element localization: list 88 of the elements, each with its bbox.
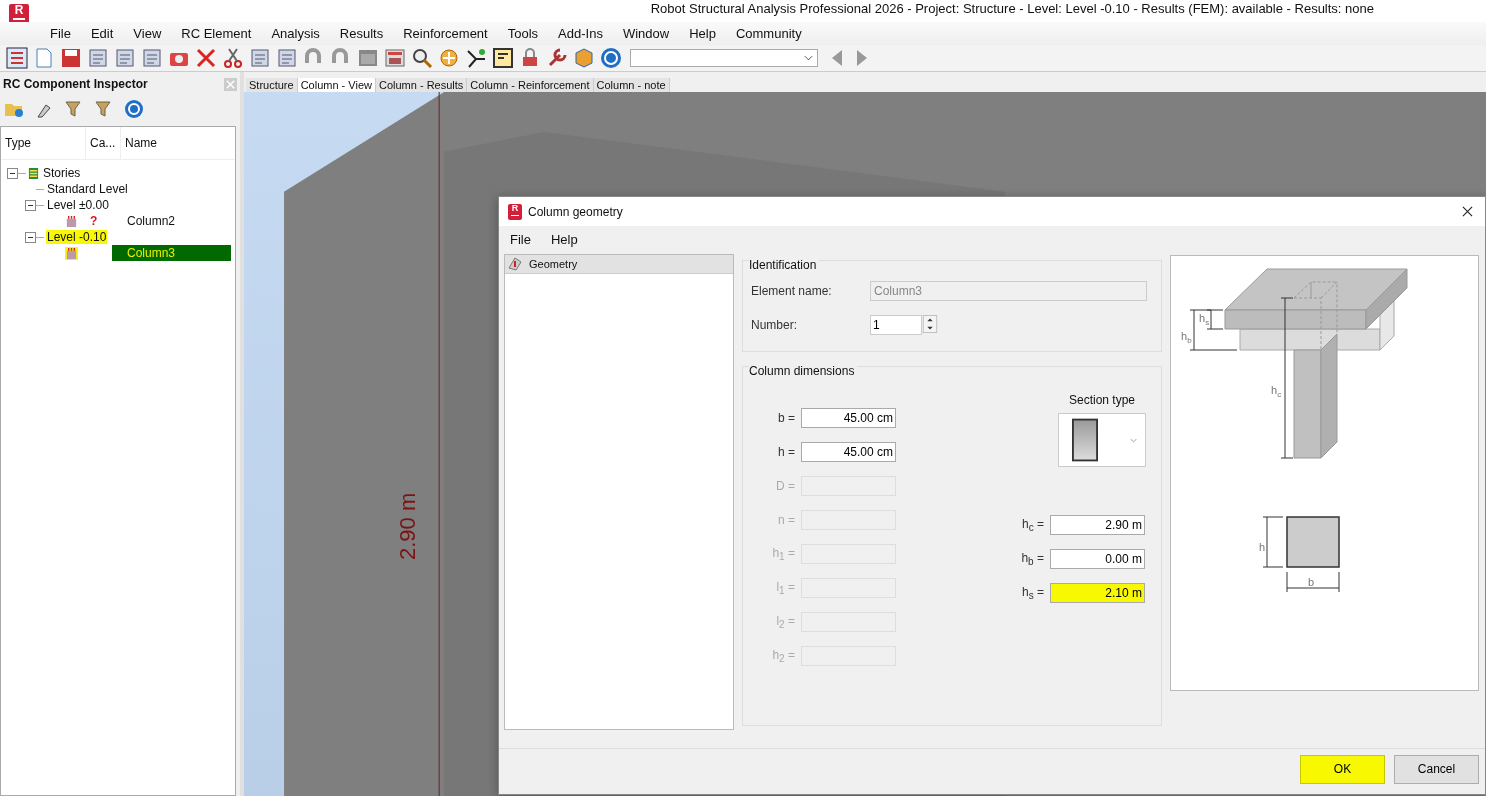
tree-item[interactable]: Level ±0.00: [46, 198, 110, 212]
menu-item[interactable]: File: [40, 26, 81, 41]
stories-icon: [28, 166, 39, 180]
field-label: Number:: [751, 318, 798, 332]
forward-icon[interactable]: [856, 49, 868, 67]
node-icon[interactable]: [464, 47, 488, 69]
dimension-label: 2.90 m: [395, 492, 421, 560]
dimension-field[interactable]: 45.00 cm: [801, 442, 896, 462]
view-dropdown[interactable]: [630, 49, 818, 67]
menu-item[interactable]: Help: [679, 26, 726, 41]
window-icon[interactable]: [356, 47, 380, 69]
back-icon[interactable]: [831, 49, 843, 67]
delete-icon[interactable]: [194, 47, 218, 69]
dialog-title: Column geometry: [528, 204, 624, 219]
field-label: D =: [776, 479, 795, 493]
menu-item[interactable]: Analysis: [261, 26, 330, 41]
collapse-icon[interactable]: [7, 167, 18, 179]
field-label: h$_{b}$ =: [1021, 550, 1044, 568]
field-label: Section type: [1068, 393, 1135, 407]
chevron-down-icon: [1130, 437, 1137, 443]
rectangle-section-icon: [1072, 418, 1098, 462]
save-icon[interactable]: [59, 47, 83, 69]
help-icon[interactable]: [599, 47, 623, 69]
tab[interactable]: Structure: [246, 78, 298, 92]
calculator-icon[interactable]: [383, 47, 407, 69]
cut-icon[interactable]: [221, 47, 245, 69]
column-slab-diagram: h$_{c}$ h$_{s}$ h$_{b}$ h b: [1171, 256, 1479, 732]
menu-item[interactable]: Add-Ins: [548, 26, 613, 41]
dialog-button[interactable]: OK: [1300, 754, 1385, 784]
column-header[interactable]: Ca...: [86, 127, 121, 159]
field-label: h$_{s}$ =: [1021, 584, 1044, 602]
spinner-arrows-icon[interactable]: [922, 315, 938, 333]
column-header[interactable]: Type: [1, 127, 86, 159]
tree-item[interactable]: Level -0.10: [46, 230, 108, 244]
section-type-dropdown[interactable]: [1058, 413, 1146, 467]
menu-item[interactable]: Reinforcement: [393, 26, 498, 41]
column-header[interactable]: Name: [121, 136, 157, 150]
tree-item[interactable]: Column2: [112, 213, 231, 229]
tree-item[interactable]: Standard Level: [46, 182, 129, 196]
dialog-button[interactable]: Cancel: [1394, 754, 1479, 784]
tab[interactable]: Column - View: [297, 78, 376, 92]
collapse-icon[interactable]: [25, 199, 36, 211]
tree-item[interactable]: Column3: [112, 245, 231, 261]
menu-item[interactable]: RC Element: [171, 26, 262, 41]
pan-icon[interactable]: [437, 47, 461, 69]
status-mark: ?: [90, 214, 98, 228]
field-label: h$_{1}$ =: [772, 545, 795, 563]
height-field[interactable]: 0.00 m: [1050, 549, 1145, 569]
menu-item[interactable]: View: [123, 26, 172, 41]
group-title: Column dimensions: [749, 364, 858, 378]
panel-title: RC Component Inspector: [3, 77, 149, 91]
menu-item[interactable]: Help: [540, 231, 588, 247]
number-field[interactable]: 1: [870, 315, 922, 335]
menu-item[interactable]: File: [500, 231, 541, 247]
dimension-field[interactable]: 45.00 cm: [801, 408, 896, 428]
menu-item[interactable]: Community: [725, 26, 812, 41]
height-field[interactable]: 2.10 m: [1050, 583, 1145, 603]
model-viewport[interactable]: [244, 92, 1486, 796]
close-icon[interactable]: [1462, 206, 1473, 217]
menu-item[interactable]: Tools: [497, 26, 549, 41]
field-label: b =: [778, 411, 795, 425]
geometry-icon: [507, 256, 523, 272]
field-label: h$_{c}$ =: [1021, 516, 1044, 534]
help-icon[interactable]: [124, 99, 144, 119]
chevron-down-icon: [804, 55, 813, 61]
tab[interactable]: Column - Results: [375, 78, 468, 92]
field-label: h$_{2}$ =: [772, 647, 795, 665]
app-logo: R: [508, 203, 522, 220]
collapse-icon[interactable]: [25, 231, 36, 243]
zoom-icon[interactable]: [410, 47, 434, 69]
field-label: h =: [778, 445, 795, 459]
tab[interactable]: Column - note: [593, 78, 670, 92]
tab[interactable]: Column - Reinforcement: [467, 78, 594, 92]
filter-icon[interactable]: [64, 99, 84, 119]
structure-icon[interactable]: [5, 47, 29, 69]
height-field[interactable]: 2.90 m: [1050, 515, 1145, 535]
menu-item[interactable]: Window: [612, 26, 680, 41]
menu-item[interactable]: Results: [329, 26, 394, 41]
field-label: Element name:: [751, 284, 833, 298]
frame-icon[interactable]: [491, 47, 515, 69]
filter-icon[interactable]: [94, 99, 114, 119]
group-title: Identification: [749, 258, 820, 272]
menu-item[interactable]: Edit: [80, 26, 124, 41]
page-list-item[interactable]: Geometry: [505, 255, 733, 274]
tree-item[interactable]: Stories: [42, 166, 82, 180]
cube-icon[interactable]: [572, 47, 596, 69]
window-title: Robot Structural Analysis Professional 2026 - Project: Structure - Level: Level -0.10 - Results (FEM): available - Results: none: [650, 0, 1375, 18]
field-label: n =: [778, 513, 795, 527]
